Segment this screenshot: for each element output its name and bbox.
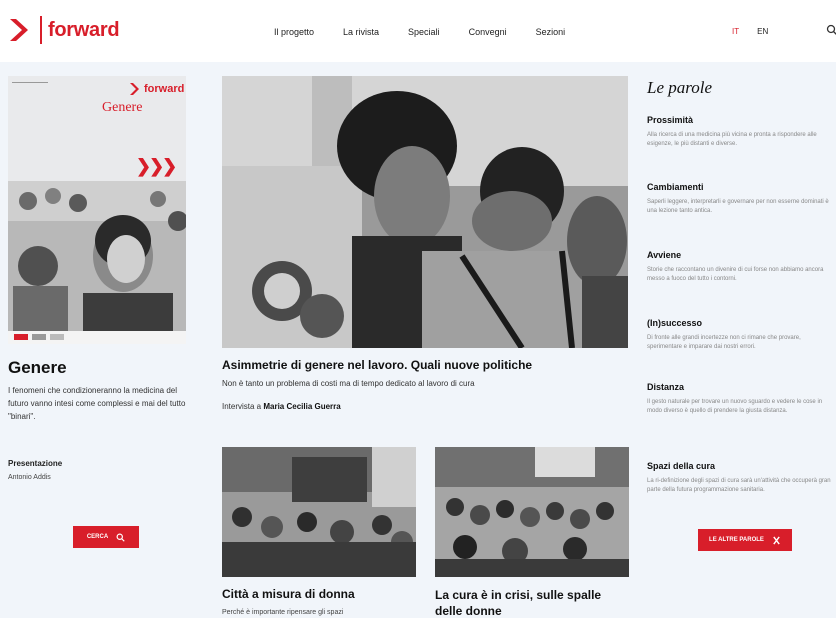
cover-logo: forward 23 [130, 80, 186, 97]
word-description: Storie che raccontano un divenire di cui… [647, 267, 824, 282]
word-description: Il gesto naturale per trovare un nuovo s… [647, 399, 823, 414]
nav-item-convegni[interactable]: Convegni [469, 27, 507, 37]
issue-column: forward 23 Genere ❯❯❯ Genere I fenomeni … [8, 76, 186, 481]
interview-prefix: Intervista a [222, 402, 264, 411]
card-photo-citta[interactable] [222, 447, 416, 577]
language-switch: IT EN [732, 27, 768, 36]
word-item[interactable]: Spazi della cura La ri-definizione degli… [647, 461, 836, 495]
word-description: Di fronte alle grandi incertezze non ci … [647, 335, 801, 350]
cover-logo-text: forward [144, 82, 185, 95]
issue-cover[interactable]: forward 23 Genere ❯❯❯ [8, 76, 186, 344]
word-title: Spazi della cura [647, 461, 716, 471]
logo-arrow-icon [130, 82, 139, 95]
nav-item-sezioni[interactable]: Sezioni [536, 27, 566, 37]
nav-item-rivista[interactable]: La rivista [343, 27, 379, 37]
word-item[interactable]: Cambiamenti Saperli leggere, interpretar… [647, 182, 836, 216]
more-words-button[interactable]: LE ALTRE PAROLE [698, 529, 792, 551]
cover-title: Genere [102, 100, 143, 115]
search-icon [116, 533, 125, 542]
main-article-interview: Intervista a Maria Cecilia Guerra [222, 402, 341, 411]
main-nav: Il progetto La rivista Speciali Convegni… [274, 27, 594, 37]
cover-photo [8, 181, 186, 344]
word-title: (In)successo [647, 318, 703, 328]
interview-name[interactable]: Maria Cecilia Guerra [263, 402, 340, 411]
site-header: forward Il progetto La rivista Speciali … [0, 0, 836, 62]
word-title: Cambiamenti [647, 182, 704, 192]
issue-description: I fenomeni che condizioneranno la medici… [8, 386, 186, 421]
cerca-label: CERCA [86, 534, 109, 540]
word-item[interactable]: Prossimità Alla ricerca di una medicina … [647, 115, 836, 149]
more-words-label: LE ALTRE PAROLE [709, 537, 764, 543]
word-description: Alla ricerca di una medicina più vicina … [647, 132, 817, 147]
cerca-button[interactable]: CERCA [73, 526, 139, 548]
card-photo-cura[interactable] [435, 447, 629, 577]
nav-item-progetto[interactable]: Il progetto [274, 27, 314, 37]
words-column: Le parole [647, 76, 836, 98]
word-title: Distanza [647, 382, 685, 392]
presentation-author: Antonio Addis [8, 474, 51, 481]
card-title-citta[interactable]: Città a misura di donna [222, 587, 355, 601]
cover-arrows-decoration: ❯❯❯ [136, 156, 177, 176]
issue-title[interactable]: Genere [8, 358, 186, 378]
card-subtitle-citta: Perché è importante ripensare gli spazi [222, 609, 344, 616]
word-description: Saperli leggere, interpretarli e governa… [647, 199, 829, 214]
words-heading: Le parole [647, 78, 713, 97]
word-description: La ri-definizione degli spazi di cura sa… [647, 478, 831, 493]
hero-photo[interactable] [222, 76, 628, 348]
word-item[interactable]: (In)successo Di fronte alle grandi incer… [647, 318, 836, 352]
presentation-label[interactable]: Presentazione [8, 459, 186, 468]
logo-arrow-icon [10, 19, 28, 41]
search-icon[interactable] [826, 24, 836, 36]
logo-divider [40, 16, 42, 44]
word-item[interactable]: Avviene Storie che raccontano un divenir… [647, 250, 836, 284]
close-icon [773, 535, 780, 545]
card-title-cura[interactable]: La cura è in crisi, sulle spalle delle d… [435, 587, 625, 618]
site-logo[interactable]: forward [8, 16, 120, 44]
logo-text: forward [48, 18, 120, 41]
lang-it[interactable]: IT [732, 27, 739, 36]
nav-item-speciali[interactable]: Speciali [408, 27, 440, 37]
word-item[interactable]: Distanza Il gesto naturale per trovare u… [647, 382, 836, 416]
word-title: Avviene [647, 250, 682, 260]
lang-en[interactable]: EN [757, 27, 768, 36]
cover-rule [12, 82, 48, 83]
word-title: Prossimità [647, 115, 694, 125]
main-article-subtitle: Non è tanto un problema di costi ma di t… [222, 379, 475, 388]
main-article-title[interactable]: Asimmetrie di genere nel lavoro. Quali n… [222, 358, 532, 372]
